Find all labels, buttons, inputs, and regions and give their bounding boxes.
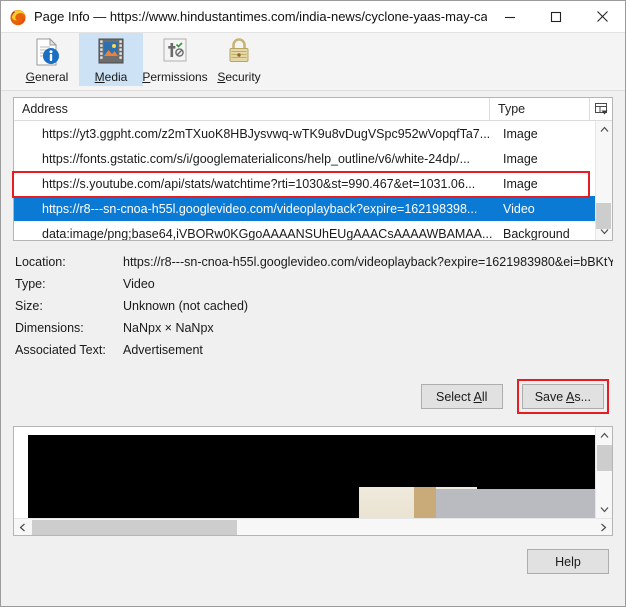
detail-label: Associated Text: <box>15 343 106 357</box>
save-as-label: Save As... <box>534 389 591 404</box>
window-title: Page Info — https://www.hindustantimes.c… <box>34 9 487 24</box>
row-address: https://r8---sn-cnoa-h55l.googlevideo.co… <box>42 201 478 216</box>
media-list-scrollbar[interactable] <box>595 121 612 240</box>
row-type: Image <box>503 126 538 141</box>
tab-permissions[interactable]: Permissions <box>142 33 208 86</box>
media-list[interactable]: Address Type https://yt3.ggpht.com/z2mTX… <box>12 97 613 241</box>
detail-value: Advertisement <box>123 343 203 357</box>
table-row[interactable]: https://s.youtube.com/api/stats/watchtim… <box>14 171 595 196</box>
scrollbar-thumb[interactable] <box>597 445 612 471</box>
save-as-button[interactable]: Save As... <box>521 384 604 409</box>
table-row-selected[interactable]: https://r8---sn-cnoa-h55l.googlevideo.co… <box>14 196 595 221</box>
padlock-icon <box>222 35 256 69</box>
select-all-label: Select All <box>435 389 488 404</box>
media-preview[interactable] <box>13 426 613 536</box>
column-header-type[interactable]: Type <box>490 98 590 120</box>
tab-permissions-label: Permissions <box>142 70 208 84</box>
tab-general[interactable]: General <box>15 33 79 86</box>
detail-row-location: Location: https://r8---sn-cnoa-h55l.goog… <box>15 255 613 277</box>
table-row[interactable]: https://yt3.ggpht.com/z2mTXuoK8HBJysvwq-… <box>14 121 595 146</box>
help-button[interactable]: Help <box>527 549 609 574</box>
media-list-rows: https://yt3.ggpht.com/z2mTXuoK8HBJysvwq-… <box>14 121 595 240</box>
chevron-up-icon[interactable] <box>596 121 613 138</box>
page-info-window: Page Info — https://www.hindustantimes.c… <box>0 0 626 607</box>
tab-security[interactable]: Security <box>207 33 271 86</box>
detail-value: Unknown (not cached) <box>123 299 249 313</box>
row-type: Image <box>503 151 538 166</box>
maximize-button[interactable] <box>533 1 579 33</box>
detail-value: Video <box>123 277 155 291</box>
chevron-right-icon[interactable] <box>595 519 612 536</box>
document-info-icon <box>30 35 64 69</box>
detail-label: Type: <box>15 277 46 291</box>
media-list-body[interactable]: https://yt3.ggpht.com/z2mTXuoK8HBJysvwq-… <box>14 121 612 240</box>
page-info-toolbar: General Media Permissions Security <box>1 33 625 91</box>
row-address: https://yt3.ggpht.com/z2mTXuoK8HBJysvwq-… <box>42 126 491 141</box>
column-chooser-icon[interactable] <box>590 98 612 120</box>
tab-security-label: Security <box>217 70 261 84</box>
media-list-header: Address Type <box>14 98 612 121</box>
detail-label: Size: <box>15 299 43 313</box>
row-address: data:image/png;base64,iVBORw0KGgoAAAANSU… <box>42 226 493 241</box>
table-row[interactable]: https://fonts.gstatic.com/s/i/googlemate… <box>14 146 595 171</box>
save-as-highlight-box: Save As... <box>516 379 609 414</box>
row-address: https://s.youtube.com/api/stats/watchtim… <box>42 176 476 191</box>
media-actions: Select All Save As... <box>1 379 609 414</box>
detail-value: https://r8---sn-cnoa-h55l.googlevideo.co… <box>123 255 613 269</box>
media-preview-main <box>14 427 612 518</box>
detail-row-associated-text: Associated Text: Advertisement <box>15 343 613 365</box>
minimize-button[interactable] <box>487 1 533 33</box>
tab-general-label: General <box>25 70 69 84</box>
media-image-icon <box>94 35 128 69</box>
media-preview-image <box>14 427 595 518</box>
scrollbar-thumb[interactable] <box>596 203 611 229</box>
detail-row-size: Size: Unknown (not cached) <box>15 299 613 321</box>
detail-label: Location: <box>15 255 66 269</box>
firefox-logo-icon <box>9 8 27 26</box>
preview-image-shape-tan <box>414 487 436 518</box>
dialog-footer: Help <box>1 549 609 574</box>
column-header-address[interactable]: Address <box>14 98 490 120</box>
detail-label: Dimensions: <box>15 321 84 335</box>
chevron-down-icon[interactable] <box>596 501 613 518</box>
row-type: Video <box>503 201 535 216</box>
row-type: Image <box>503 176 538 191</box>
close-button[interactable] <box>579 1 625 33</box>
detail-row-type: Type: Video <box>15 277 613 299</box>
preview-vertical-scrollbar[interactable] <box>595 427 612 518</box>
row-address: https://fonts.gstatic.com/s/i/googlemate… <box>42 151 471 166</box>
title-bar: Page Info — https://www.hindustantimes.c… <box>1 1 625 33</box>
chevron-up-icon[interactable] <box>596 427 613 444</box>
media-details: Location: https://r8---sn-cnoa-h55l.goog… <box>15 255 613 365</box>
scrollbar-thumb[interactable] <box>32 520 237 535</box>
table-row[interactable]: data:image/png;base64,iVBORw0KGgoAAAANSU… <box>14 221 595 241</box>
detail-row-dimensions: Dimensions: NaNpx × NaNpx <box>15 321 613 343</box>
row-type: Background <box>503 226 570 241</box>
detail-value: NaNpx × NaNpx <box>123 321 214 335</box>
preview-horizontal-scrollbar[interactable] <box>14 518 612 535</box>
select-all-button[interactable]: Select All <box>420 384 503 409</box>
chevron-left-icon[interactable] <box>14 519 31 536</box>
tab-media[interactable]: Media <box>79 33 143 86</box>
tab-media-label: Media <box>94 70 128 84</box>
permissions-icon <box>158 35 192 69</box>
preview-image-shape-gray <box>436 489 595 518</box>
